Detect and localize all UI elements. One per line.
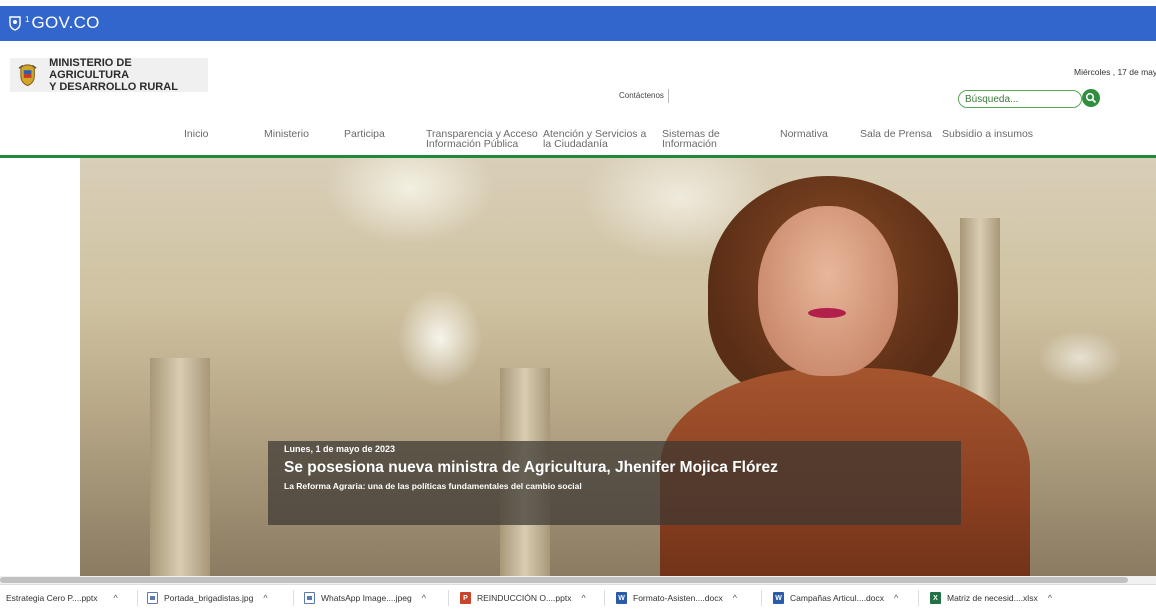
download-separator xyxy=(918,590,919,606)
nav-item-participa[interactable]: Participa xyxy=(344,129,385,140)
contact-link[interactable]: Contáctenos xyxy=(619,89,669,103)
word-file-icon: W xyxy=(773,592,784,604)
download-item[interactable]: WhatsApp Image....jpeg ^ xyxy=(304,589,426,607)
search-icon xyxy=(1085,92,1097,104)
nav-item-sistemas[interactable]: Sistemas de Información xyxy=(662,129,720,150)
download-item[interactable]: Portada_brigadistas.jpg ^ xyxy=(147,589,268,607)
ministry-name: MINISTERIO DE AGRICULTURA Y DESARROLLO R… xyxy=(49,57,208,93)
scrollbar-thumb[interactable] xyxy=(0,577,1128,583)
nav-item-subsidio[interactable]: Subsidio a insumos xyxy=(942,129,1033,140)
downloads-bar: Estrategia Cero P....pptx ^ Portada_brig… xyxy=(0,584,1156,609)
hero-carousel[interactable]: Lunes, 1 de mayo de 2023 Se posesiona nu… xyxy=(0,158,1156,576)
ministry-name-line2: Y DESARROLLO RURAL xyxy=(49,81,178,93)
download-item[interactable]: X Matriz de necesid....xlsx ^ xyxy=(930,589,1052,607)
nav-item-normativa[interactable]: Normativa xyxy=(780,129,828,140)
download-separator xyxy=(604,590,605,606)
hero-column-left xyxy=(150,358,210,576)
gov-logo[interactable]: 1 GOV.CO xyxy=(8,13,100,33)
search-button[interactable] xyxy=(1082,89,1100,107)
gov-logo-text: GOV.CO xyxy=(31,13,100,32)
chevron-up-icon[interactable]: ^ xyxy=(422,593,426,603)
download-separator xyxy=(761,590,762,606)
chevron-up-icon[interactable]: ^ xyxy=(733,593,737,603)
nav-item-transparencia[interactable]: Transparencia y Acceso Información Públi… xyxy=(426,129,538,150)
download-item[interactable]: P REINDUCCIÓN O....pptx ^ xyxy=(460,589,586,607)
word-file-icon: W xyxy=(616,592,627,604)
main-nav: Inicio Ministerio Participa Transparenci… xyxy=(0,125,1156,155)
hero-date: Lunes, 1 de mayo de 2023 xyxy=(284,444,396,454)
excel-file-icon: X xyxy=(930,592,941,604)
download-item[interactable]: W Formato-Asisten....docx ^ xyxy=(616,589,737,607)
download-separator xyxy=(448,590,449,606)
powerpoint-file-icon: P xyxy=(460,592,471,604)
ministry-name-line1: MINISTERIO DE AGRICULTURA xyxy=(49,57,132,81)
chevron-up-icon[interactable]: ^ xyxy=(1048,593,1052,603)
chevron-up-icon[interactable]: ^ xyxy=(263,593,267,603)
nav-item-atencion[interactable]: Atención y Servicios a la Ciudadanía xyxy=(543,129,646,150)
ministry-logo[interactable]: MINISTERIO DE AGRICULTURA Y DESARROLLO R… xyxy=(10,57,208,93)
nav-item-sala-de-prensa[interactable]: Sala de Prensa xyxy=(860,129,932,140)
download-separator xyxy=(293,590,294,606)
nav-item-inicio[interactable]: Inicio xyxy=(184,129,209,140)
horizontal-scrollbar[interactable] xyxy=(0,576,1156,584)
search-input[interactable] xyxy=(965,93,1065,106)
gov-shield-icon xyxy=(9,16,21,31)
search-box xyxy=(958,90,1082,108)
hero-caption[interactable]: Lunes, 1 de mayo de 2023 Se posesiona nu… xyxy=(268,441,961,525)
image-file-icon xyxy=(147,592,158,604)
coat-of-arms-icon xyxy=(18,64,37,87)
chevron-up-icon[interactable]: ^ xyxy=(581,593,585,603)
image-file-icon xyxy=(304,592,315,604)
chevron-up-icon[interactable]: ^ xyxy=(114,593,118,603)
gov-bar: 1 GOV.CO xyxy=(0,6,1156,41)
hero-title[interactable]: Se posesiona nueva ministra de Agricultu… xyxy=(284,459,778,477)
person-face xyxy=(758,206,898,376)
download-item[interactable]: W Campañas Articul....docx ^ xyxy=(773,589,898,607)
person-lips xyxy=(808,308,846,318)
current-date: Miércoles , 17 de mayo xyxy=(1074,67,1156,77)
site-header: MINISTERIO DE AGRICULTURA Y DESARROLLO R… xyxy=(0,41,1156,156)
download-separator xyxy=(137,590,138,606)
download-item[interactable]: Estrategia Cero P....pptx ^ xyxy=(6,589,118,607)
nav-item-ministerio[interactable]: Ministerio xyxy=(264,129,309,140)
gov-superscript: 1 xyxy=(25,14,30,24)
chevron-up-icon[interactable]: ^ xyxy=(894,593,898,603)
hero-subtitle: La Reforma Agraria: una de las políticas… xyxy=(284,481,582,491)
